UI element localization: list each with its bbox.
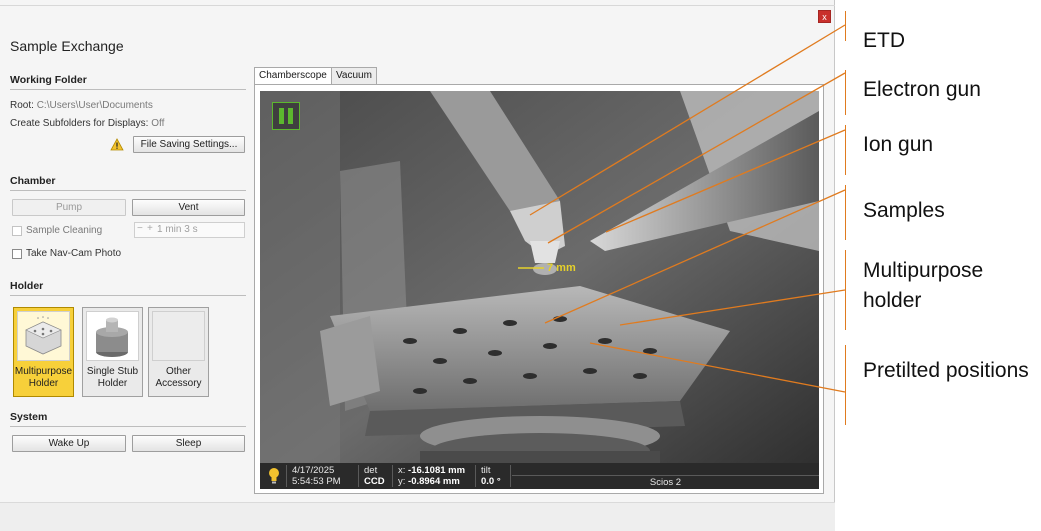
callout-bracket [845,250,846,330]
callout-electron-gun: Electron gun [863,78,981,101]
callout-bracket [845,70,846,115]
ion-gun-leader-line [605,129,846,233]
callout-bracket [845,125,846,175]
callout-pretilted-positions: Pretilted positions [863,359,1029,382]
callout-bracket [845,11,846,41]
samples-leader-line [544,189,846,324]
callout-multipurpose-holder: Multipurpose holder [863,259,984,312]
callout-samples: Samples [863,199,945,222]
etd-leader-line [529,24,846,216]
electron-gun-leader-line [547,72,846,244]
multipurpose-holder-leader-line [619,289,846,326]
callout-bracket [845,185,846,240]
callout-etd: ETD [863,29,905,52]
callout-bracket [845,345,846,425]
pretilted-positions-leader-line [589,342,846,393]
callout-ion-gun: Ion gun [863,133,934,156]
